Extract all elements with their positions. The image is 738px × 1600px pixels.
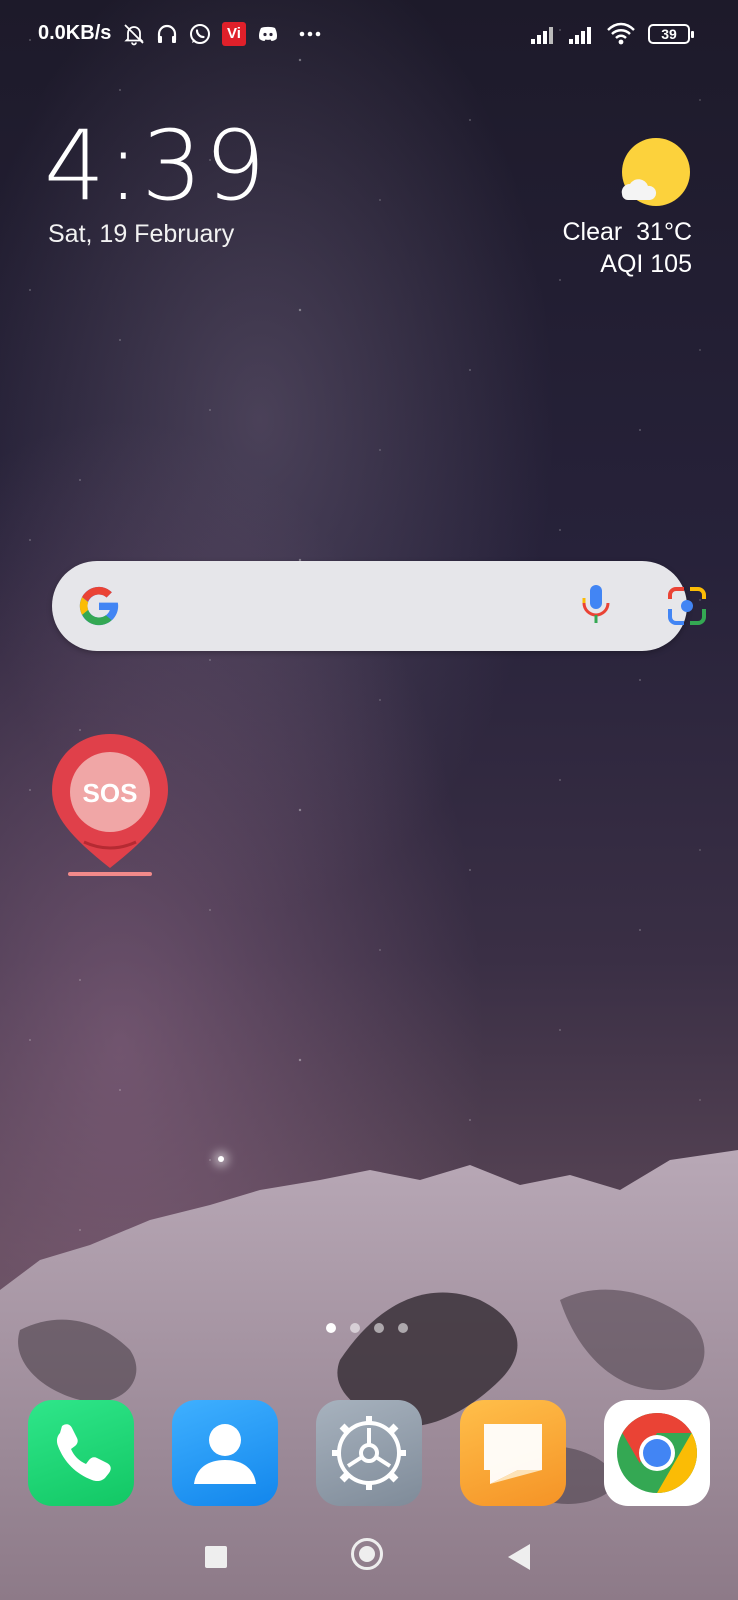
page-indicator [326,1323,416,1335]
discord-icon [259,26,277,41]
more-icon [299,31,321,37]
contacts-app[interactable] [172,1400,278,1506]
page-dot-2 [350,1323,360,1333]
weather-aqi[interactable]: AQI 105 [600,250,692,279]
notes-app[interactable] [460,1400,566,1506]
page-dot-4 [398,1323,408,1333]
weather-condition[interactable]: Clear 31°C [563,218,693,247]
google-g-icon [79,586,119,626]
phone-icon [56,1424,111,1482]
network-speed: 0.0KB/s [38,22,112,44]
status-bar: 0.0KB/s Vi 39 [0,0,738,68]
google-search-bar[interactable] [52,561,706,651]
page-dot-1 [326,1323,336,1333]
microphone-icon[interactable] [576,583,616,629]
battery-indicator: 39 [648,24,694,44]
recents-button[interactable] [205,1546,227,1568]
home-button[interactable] [351,1538,383,1570]
page-dot-3 [374,1323,384,1333]
back-button[interactable] [508,1544,530,1570]
gear-icon [332,1416,406,1490]
wifi-icon [607,22,635,45]
sos-app[interactable]: SOS [48,730,172,878]
note-icon [484,1424,542,1484]
google-lens-icon[interactable] [664,583,710,629]
settings-app[interactable] [316,1400,422,1506]
clock-date[interactable]: Sat, 19 February [48,220,234,249]
sos-label: SOS [83,778,138,808]
sun-cloud-icon[interactable] [618,136,692,210]
mute-bell-icon [124,24,144,46]
signal-2-icon [569,27,591,44]
wallpaper-mountains [0,1150,738,1600]
whatsapp-icon [190,24,210,44]
contact-icon [194,1424,256,1484]
clock-time[interactable]: 4:39 [44,118,268,214]
phone-app[interactable] [28,1400,134,1506]
chrome-icon [617,1413,697,1493]
vi-icon: Vi [222,22,246,46]
signal-1-icon [531,27,553,44]
chrome-app[interactable] [604,1400,710,1506]
headphones-icon [157,24,177,43]
